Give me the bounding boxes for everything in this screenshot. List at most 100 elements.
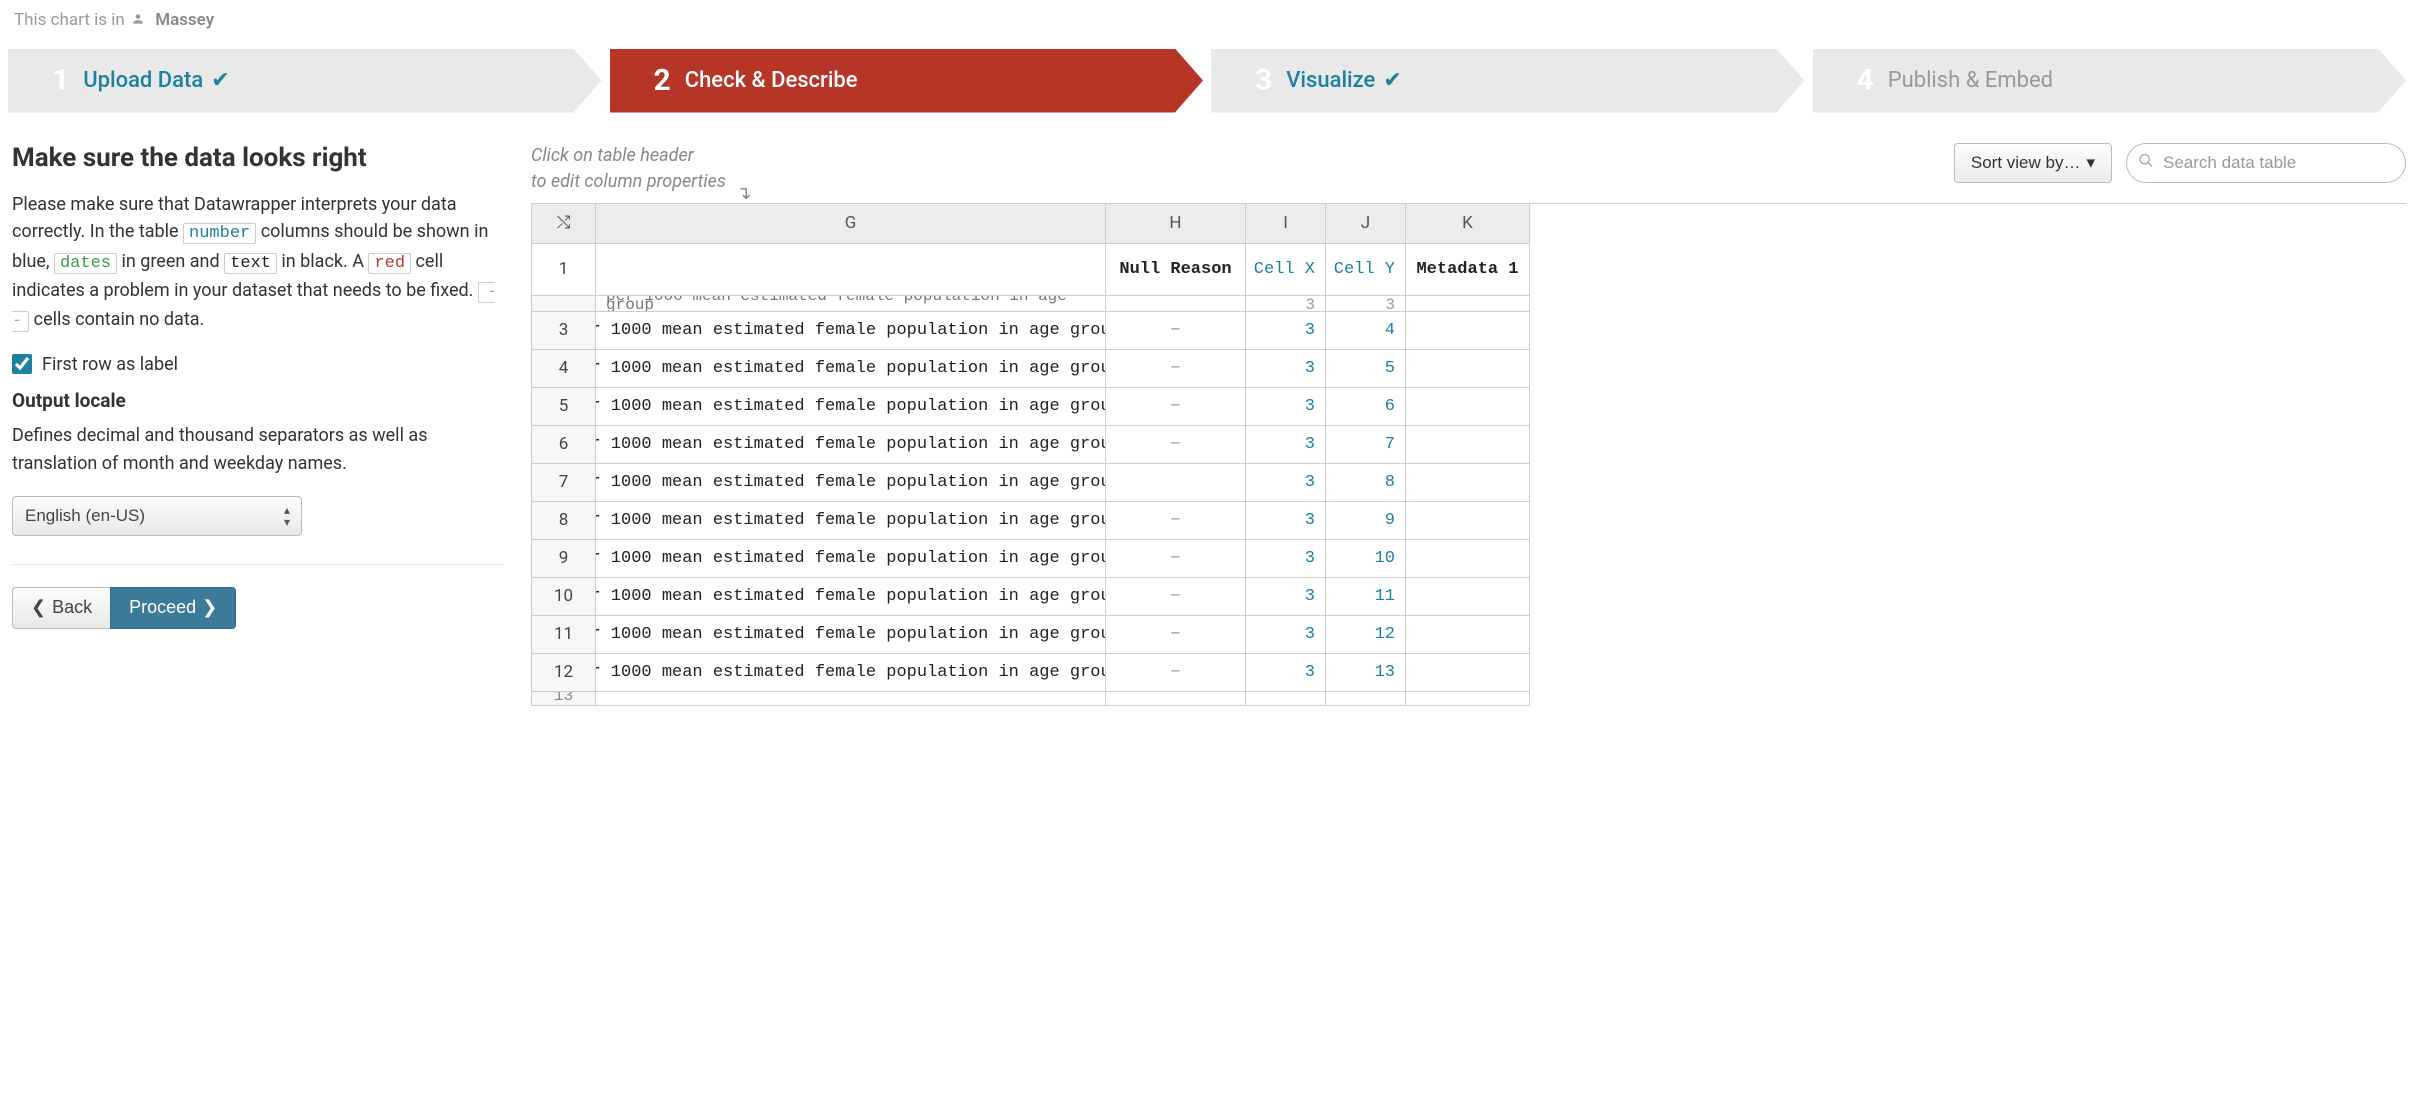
table-cell[interactable]: – — [1106, 350, 1246, 388]
table-cell[interactable]: 3 — [1246, 388, 1326, 426]
table-cell[interactable]: 3 — [1246, 464, 1326, 502]
table-cell[interactable]: 8 — [1326, 464, 1406, 502]
locale-select[interactable]: English (en-US) — [12, 496, 302, 536]
table-cell[interactable]: 3 — [1246, 654, 1326, 692]
search-input[interactable] — [2126, 143, 2406, 183]
table-header-cell[interactable]: Cell X — [1246, 244, 1326, 296]
dates-chip: dates — [54, 253, 117, 274]
row-number[interactable]: 6 — [532, 426, 596, 464]
table-cell[interactable] — [1406, 540, 1530, 578]
table-cell[interactable]: per 1000 mean estimated female populatio… — [596, 540, 1106, 578]
table-cell[interactable] — [1406, 578, 1530, 616]
step-upload-data[interactable]: 1 Upload Data ✔ — [8, 49, 602, 113]
table-row-peek — [1406, 692, 1530, 706]
table-cell[interactable] — [1406, 464, 1530, 502]
column-header[interactable]: K — [1406, 204, 1530, 244]
table-cell[interactable]: – — [1106, 540, 1246, 578]
row-number[interactable]: 8 — [532, 502, 596, 540]
table-cell[interactable]: 9 — [1326, 502, 1406, 540]
table-cell[interactable]: per 1000 mean estimated female populatio… — [596, 464, 1106, 502]
folder-icon — [129, 11, 147, 31]
row-number[interactable]: 1 — [532, 244, 596, 296]
table-header-cell[interactable] — [596, 244, 1106, 296]
table-cell[interactable]: – — [1106, 578, 1246, 616]
column-header[interactable]: H — [1106, 204, 1246, 244]
table-header-cell[interactable]: Cell Y — [1326, 244, 1406, 296]
column-header[interactable]: I — [1246, 204, 1326, 244]
table-cell[interactable]: 3 — [1246, 426, 1326, 464]
search-icon — [2138, 152, 2154, 173]
table-cell[interactable]: – — [1106, 616, 1246, 654]
step-publish-embed[interactable]: 4 Publish & Embed — [1813, 49, 2407, 113]
breadcrumb-prefix: This chart is in — [14, 10, 125, 30]
table-cell[interactable]: – — [1106, 654, 1246, 692]
table-cell[interactable] — [1406, 654, 1530, 692]
table-cell[interactable]: 4 — [1326, 312, 1406, 350]
table-row-peek — [1246, 692, 1326, 706]
wizard-steps: 1 Upload Data ✔ 2 Check & Describe 3 Vis… — [8, 49, 2406, 113]
table-row-peek: 3 — [1246, 296, 1326, 312]
row-number[interactable]: 7 — [532, 464, 596, 502]
table-cell[interactable]: – — [1106, 426, 1246, 464]
table-header-cell[interactable]: Metadata 1 — [1406, 244, 1530, 296]
column-header[interactable]: J — [1326, 204, 1406, 244]
transpose-button[interactable]: ⤭ — [532, 204, 596, 244]
row-number[interactable]: 4 — [532, 350, 596, 388]
table-cell[interactable]: per 1000 mean estimated female populatio… — [596, 350, 1106, 388]
table-cell[interactable]: per 1000 mean estimated female populatio… — [596, 502, 1106, 540]
table-cell[interactable]: per 1000 mean estimated female populatio… — [596, 616, 1106, 654]
table-cell[interactable]: 6 — [1326, 388, 1406, 426]
table-cell[interactable] — [1406, 388, 1530, 426]
back-button[interactable]: ❮ Back — [12, 587, 110, 629]
table-cell[interactable]: 3 — [1246, 312, 1326, 350]
table-cell[interactable]: per 1000 mean estimated female populatio… — [596, 312, 1106, 350]
table-cell[interactable]: 3 — [1246, 502, 1326, 540]
table-cell[interactable]: 12 — [1326, 616, 1406, 654]
table-cell[interactable]: per 1000 mean estimated female populatio… — [596, 388, 1106, 426]
row-number[interactable]: 3 — [532, 312, 596, 350]
arrow-icon: ↴ — [736, 183, 751, 204]
table-cell[interactable]: – — [1106, 502, 1246, 540]
table-cell[interactable] — [1406, 312, 1530, 350]
chevron-left-icon: ❮ — [31, 597, 46, 618]
table-cell[interactable]: 3 — [1246, 350, 1326, 388]
row-number[interactable]: 9 — [532, 540, 596, 578]
table-cell[interactable]: per 1000 mean estimated female populatio… — [596, 578, 1106, 616]
sort-view-button[interactable]: Sort view by… ▾ — [1954, 143, 2112, 183]
table-cell[interactable]: 7 — [1326, 426, 1406, 464]
breadcrumb-folder[interactable]: Massey — [155, 10, 214, 30]
table-header-cell[interactable]: Null Reason — [1106, 244, 1246, 296]
step-check-describe[interactable]: 2 Check & Describe — [610, 49, 1204, 113]
table-cell[interactable]: 11 — [1326, 578, 1406, 616]
row-number[interactable]: 5 — [532, 388, 596, 426]
table-cell[interactable]: 3 — [1246, 616, 1326, 654]
table-row-peek — [532, 296, 596, 312]
table-cell[interactable]: – — [1106, 388, 1246, 426]
table-cell[interactable] — [1406, 502, 1530, 540]
table-cell[interactable]: 5 — [1326, 350, 1406, 388]
table-cell[interactable] — [1406, 426, 1530, 464]
table-row-peek: per 1000 mean estimated female populatio… — [596, 296, 1106, 312]
table-cell[interactable]: 10 — [1326, 540, 1406, 578]
table-cell[interactable] — [1406, 616, 1530, 654]
table-cell[interactable]: 13 — [1326, 654, 1406, 692]
first-row-as-label-text[interactable]: First row as label — [42, 354, 178, 375]
first-row-as-label-checkbox[interactable] — [12, 354, 32, 374]
breadcrumb: This chart is in Massey — [8, 10, 2406, 31]
table-cell[interactable]: 3 — [1246, 540, 1326, 578]
column-header[interactable]: G — [596, 204, 1106, 244]
table-cell[interactable]: per 1000 mean estimated female populatio… — [596, 426, 1106, 464]
proceed-button[interactable]: Proceed ❯ — [110, 587, 236, 629]
instructions: Please make sure that Datawrapper interp… — [12, 191, 503, 336]
table-cell[interactable]: per 1000 mean estimated female populatio… — [596, 654, 1106, 692]
number-chip: number — [183, 223, 256, 244]
row-number[interactable]: 10 — [532, 578, 596, 616]
table-cell[interactable]: 3 — [1246, 578, 1326, 616]
table-cell[interactable] — [1406, 350, 1530, 388]
table-cell[interactable] — [1106, 464, 1246, 502]
table-cell[interactable]: – — [1106, 312, 1246, 350]
step-visualize[interactable]: 3 Visualize ✔ — [1211, 49, 1805, 113]
row-number[interactable]: 11 — [532, 616, 596, 654]
row-number[interactable]: 12 — [532, 654, 596, 692]
table-row-peek — [1106, 296, 1246, 312]
